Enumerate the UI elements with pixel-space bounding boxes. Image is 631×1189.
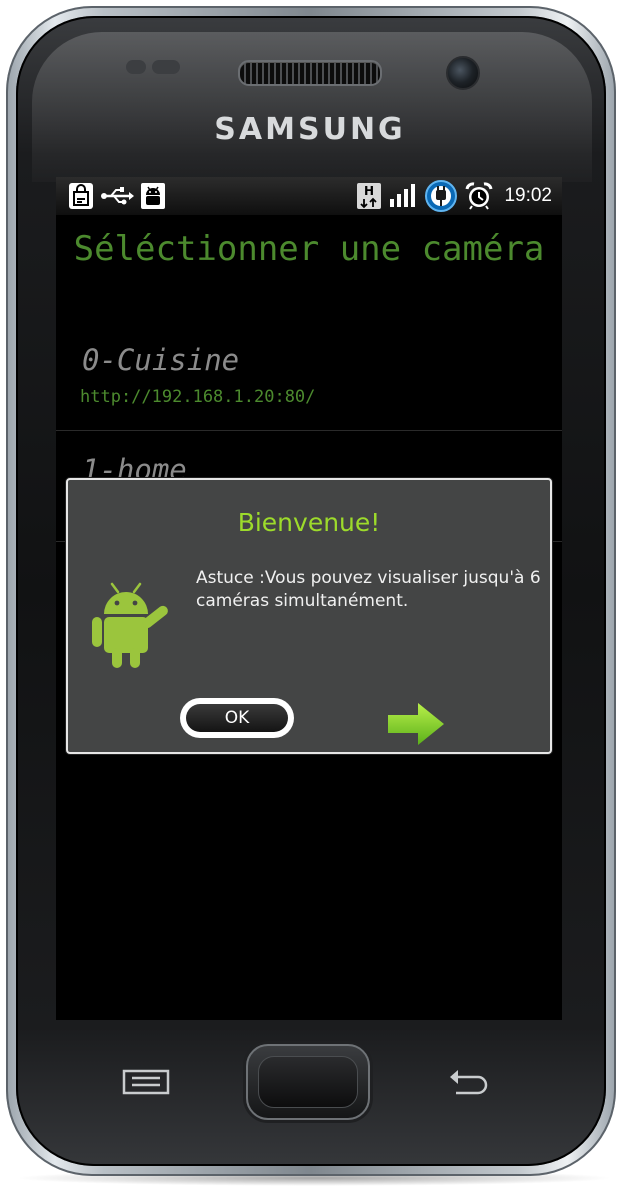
ok-button-label: OK: [186, 704, 288, 732]
earpiece-speaker: [238, 60, 382, 86]
camera-url: http://192.168.1.20:80/: [80, 387, 316, 407]
welcome-dialog: Bienvenue! Astuce :Vous pouvez visualise…: [66, 478, 552, 754]
ok-button[interactable]: OK: [180, 698, 294, 738]
screen: H 19:02 Séléctionner une caméra 0-Cuisin…: [56, 177, 562, 1020]
home-button-face: [258, 1056, 358, 1108]
front-camera: [446, 56, 480, 90]
svg-text:H: H: [364, 184, 374, 198]
android-robot-icon: [90, 572, 186, 676]
dialog-title: Bienvenue!: [237, 508, 381, 537]
proximity-sensor: [126, 60, 146, 74]
next-arrow-icon[interactable]: [386, 702, 446, 750]
shopping-bag-icon: [68, 182, 94, 210]
dialog-message: Astuce :Vous pouvez visualiser jusqu'à 6…: [196, 568, 541, 611]
camera-list-item-0[interactable]: 0-Cuisine http://192.168.1.20:80/: [56, 327, 562, 431]
light-sensor: [152, 60, 180, 74]
status-bar: H 19:02: [56, 177, 562, 215]
usb-icon: [100, 185, 134, 207]
clock: 19:02: [504, 185, 552, 206]
brand-logo: SAMSUNG: [214, 112, 406, 147]
back-key-icon[interactable]: [448, 1068, 494, 1102]
android-debug-icon: [140, 182, 166, 210]
glass-reflection: [32, 32, 592, 182]
alarm-icon: [464, 181, 494, 211]
charging-icon: [424, 179, 458, 213]
menu-key-icon[interactable]: [120, 1068, 172, 1100]
signal-icon: [388, 183, 418, 209]
camera-name: 0-Cuisine: [82, 343, 240, 377]
hspa-data-icon: H: [356, 182, 382, 210]
home-button[interactable]: [246, 1044, 370, 1120]
page-title: Séléctionner une caméra: [73, 229, 545, 269]
